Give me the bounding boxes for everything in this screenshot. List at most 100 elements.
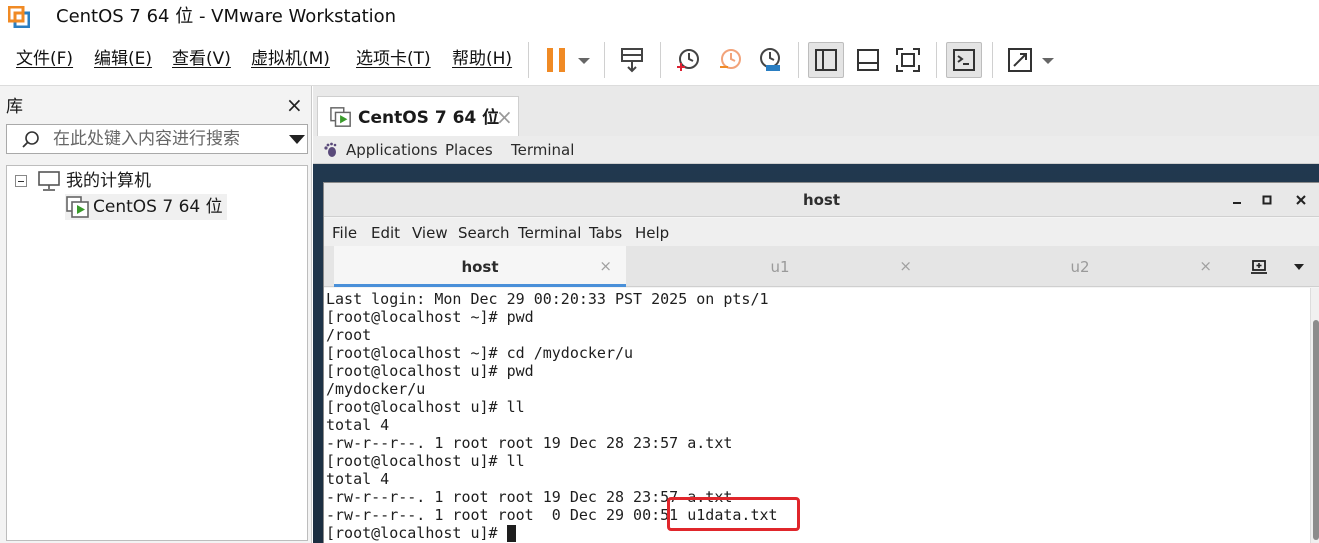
snapshot-manager-button[interactable] <box>752 42 788 78</box>
menu-vm[interactable]: 虚拟机(M) <box>251 48 330 70</box>
toolbar-separator <box>936 42 937 78</box>
term-menu-file[interactable]: File <box>332 224 357 242</box>
search-icon <box>22 131 39 148</box>
window-title: CentOS 7 64 位 - VMware Workstation <box>56 6 397 27</box>
terminal-line: [root@localhost ~]# cd /mydocker/u <box>326 344 634 362</box>
term-menu-terminal[interactable]: Terminal <box>518 224 581 242</box>
show-library-button[interactable] <box>808 42 844 78</box>
toolbar-separator <box>604 42 605 78</box>
thumbnail-bar-icon <box>857 49 879 71</box>
terminal-tabbar: host × u1 × u2 × <box>324 246 1319 287</box>
tab-menu-arrow-icon[interactable] <box>1293 263 1305 271</box>
toolbar-separator <box>798 42 799 78</box>
vm-tab[interactable]: CentOS 7 64 位 × <box>317 96 519 136</box>
console-view-button[interactable] <box>946 42 982 78</box>
show-library-icon <box>815 49 837 71</box>
term-menu-edit[interactable]: Edit <box>371 224 400 242</box>
terminal-titlebar: host <box>324 183 1319 217</box>
search-dropdown-arrow[interactable] <box>289 135 305 144</box>
snapshot-take-button[interactable] <box>670 42 706 78</box>
send-ctrl-alt-del-icon <box>621 48 643 73</box>
snapshot-manager-icon <box>760 48 780 71</box>
snapshot-revert-button[interactable] <box>712 42 748 78</box>
tree-collapse-toggle[interactable] <box>15 175 27 187</box>
vmware-logo-icon <box>8 6 30 28</box>
tree-item-vm[interactable]: CentOS 7 64 位 <box>93 196 223 218</box>
pause-icon <box>547 48 565 72</box>
library-title: 库 <box>6 97 23 117</box>
snapshot-revert-icon <box>720 49 741 69</box>
menu-edit[interactable]: 编辑(E) <box>94 48 152 70</box>
tab-close-icon[interactable]: × <box>1199 257 1212 275</box>
console-view-icon <box>953 49 975 71</box>
send-ctrl-alt-del-button[interactable] <box>614 42 650 78</box>
vm-icon <box>66 196 89 218</box>
menu-toolbar: 文件(F) 编辑(E) 查看(V) 虚拟机(M) 选项卡(T) 帮助(H) <box>0 34 1319 86</box>
computer-icon <box>38 171 60 191</box>
terminal-line: -rw-r--r--. 1 root root 19 Dec 28 23:57 … <box>326 434 733 452</box>
new-tab-icon[interactable] <box>1250 259 1268 275</box>
terminal-tab-label: u1 <box>770 258 790 276</box>
stretch-button[interactable] <box>1002 42 1038 78</box>
vm-icon <box>330 107 351 127</box>
pause-dropdown-arrow[interactable] <box>578 58 590 64</box>
toolbar-separator <box>660 42 661 78</box>
terminal-tab-label: host <box>461 258 499 276</box>
library-search-input[interactable] <box>53 127 273 151</box>
full-screen-button[interactable] <box>890 42 926 78</box>
minimize-button[interactable] <box>1227 190 1247 210</box>
term-menu-help[interactable]: Help <box>635 224 669 242</box>
minimize-icon <box>1233 202 1241 204</box>
terminal-cursor <box>506 524 516 542</box>
term-menu-tabs[interactable]: Tabs <box>589 224 622 242</box>
terminal-line: /mydocker/u <box>326 380 426 398</box>
vm-tab-close-button[interactable]: × <box>496 106 513 128</box>
library-tree: 我的计算机 CentOS 7 64 位 <box>6 165 308 541</box>
tab-close-icon[interactable]: × <box>899 257 912 275</box>
stretch-icon <box>1008 48 1032 72</box>
menu-tabs[interactable]: 选项卡(T) <box>356 48 431 70</box>
places-menu[interactable]: Places <box>445 141 493 159</box>
menu-help[interactable]: 帮助(H) <box>452 48 512 70</box>
close-button[interactable] <box>1291 190 1311 210</box>
library-close-button[interactable]: × <box>286 94 303 116</box>
tree-item-my-computer[interactable]: 我的计算机 <box>66 170 151 192</box>
gnome-foot-icon <box>324 142 337 157</box>
terminal-line: total 4 <box>326 416 390 434</box>
library-search-box <box>6 124 308 154</box>
scrollbar-thumb[interactable] <box>1313 320 1319 540</box>
terminal-line: /root <box>326 326 372 344</box>
thumbnail-bar-button[interactable] <box>850 42 886 78</box>
terminal-line: [root@localhost u]# ll <box>326 452 525 470</box>
menu-file[interactable]: 文件(F) <box>16 48 73 70</box>
menu-view[interactable]: 查看(V) <box>172 48 231 70</box>
pause-button[interactable] <box>538 42 574 78</box>
terminal-tab-u2[interactable]: u2 × <box>934 246 1226 287</box>
terminal-line: total 4 <box>326 470 390 488</box>
terminal-tab-label: u2 <box>1070 258 1090 276</box>
term-menu-view[interactable]: View <box>412 224 448 242</box>
terminal-prompt: [root@localhost u]# <box>326 524 507 542</box>
terminal-tab-u1[interactable]: u1 × <box>634 246 926 287</box>
terminal-title: host <box>802 191 841 209</box>
tab-close-icon[interactable]: × <box>599 257 612 275</box>
toolbar-separator <box>528 42 529 78</box>
terminal-tab-host[interactable]: host × <box>334 246 626 287</box>
applications-menu[interactable]: Applications <box>346 141 438 159</box>
terminal-menubar: File Edit View Search Terminal Tabs Help <box>324 218 1319 246</box>
full-screen-icon <box>896 48 920 72</box>
maximize-button[interactable] <box>1257 190 1277 210</box>
terminal-app-menu[interactable]: Terminal <box>511 141 574 159</box>
vm-tab-label: CentOS 7 64 位 <box>358 108 500 128</box>
terminal-line: [root@localhost u]# pwd <box>326 362 534 380</box>
stretch-dropdown-arrow[interactable] <box>1042 58 1054 64</box>
terminal-output[interactable]: Last login: Mon Dec 29 00:20:33 PST 2025… <box>324 288 1310 543</box>
close-icon <box>1296 195 1306 205</box>
terminal-line: Last login: Mon Dec 29 00:20:33 PST 2025… <box>326 290 769 308</box>
terminal-scrollbar[interactable] <box>1310 288 1319 543</box>
annotation-highlight-box <box>667 497 800 531</box>
toolbar-separator <box>992 42 993 78</box>
term-menu-search[interactable]: Search <box>458 224 510 242</box>
title-bar: CentOS 7 64 位 - VMware Workstation <box>0 0 1319 34</box>
terminal-window: host File Edit View Search Terminal Tabs… <box>323 182 1319 543</box>
